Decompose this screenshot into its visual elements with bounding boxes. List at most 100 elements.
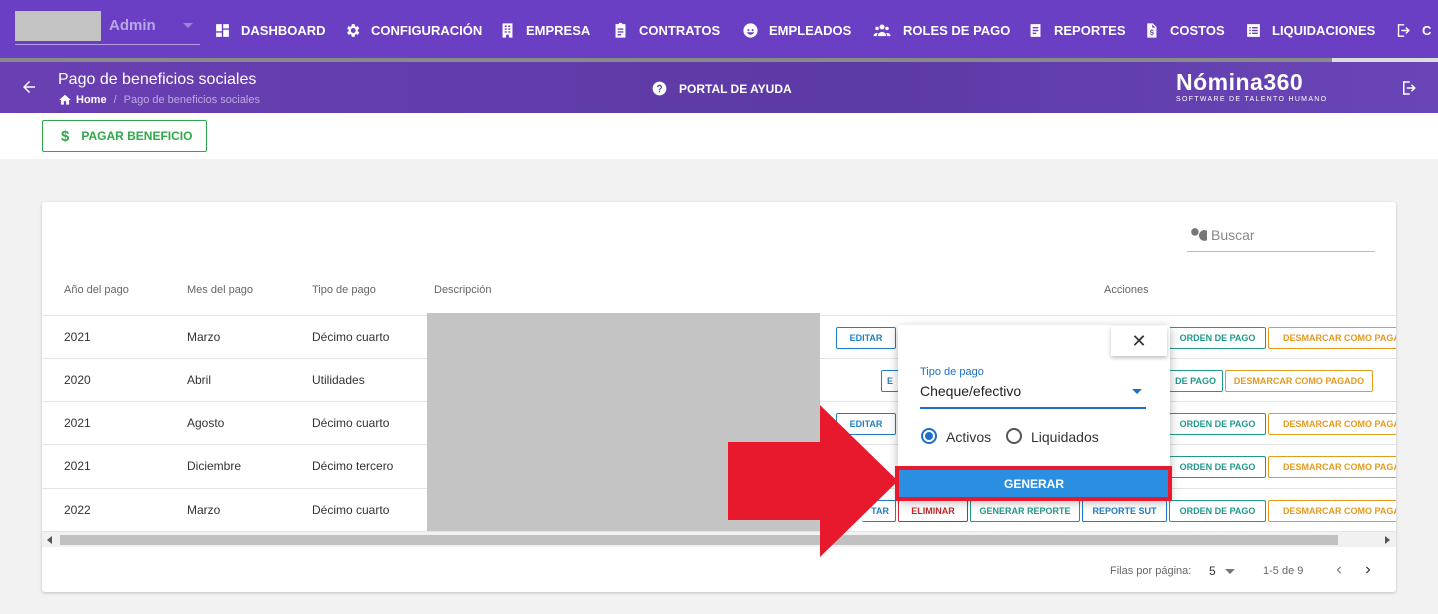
user-menu[interactable]: Admin [15,11,200,45]
cell-type: Utilidades [312,373,365,387]
cell-type: Décimo cuarto [312,416,390,430]
highlight-box [895,466,1172,501]
radio-active-label[interactable]: Activos [946,429,991,445]
cell-year: 2021 [64,416,91,430]
breadcrumb: Home / Pago de beneficios sociales [58,93,260,107]
chevron-down-icon [183,23,193,28]
nav-empresa[interactable]: EMPRESA [499,20,590,40]
pagination-range: 1-5 de 9 [1263,565,1304,577]
nav-configuracion[interactable]: CONFIGURACIÓN [344,20,482,40]
report-icon [1030,23,1041,37]
nav-label: CONFIGURACIÓN [371,22,483,38]
nav-logout[interactable]: C [1395,20,1431,40]
nav-label: CONTRATOS [639,22,721,38]
benefits-table-card: Buscar Año del pago Mes del pago Tipo de… [42,202,1396,592]
logout-icon[interactable] [1400,79,1418,97]
face-icon [743,22,758,38]
column-header-type[interactable]: Tipo de pago [312,284,376,296]
radio-liquidated-label[interactable]: Liquidados [1031,429,1099,445]
cell-month: Marzo [187,503,221,517]
scrollbar-thumb[interactable] [60,535,1338,545]
search-field[interactable]: Buscar [1187,222,1375,252]
column-header-description[interactable]: Descripción [434,284,491,296]
cell-type: Décimo cuarto [312,503,390,517]
chevron-right-icon[interactable] [1361,563,1375,577]
cell-month: Marzo [187,330,221,344]
pay-order-button[interactable]: ORDEN DE PAGO [1169,500,1266,522]
cell-type: Décimo tercero [312,459,394,473]
column-header-month[interactable]: Mes del pago [187,284,253,296]
radio-active[interactable] [921,428,937,444]
pay-order-button[interactable]: ORDEN DE PAGO [1169,413,1266,435]
nav-roles-de-pago[interactable]: ROLES DE PAGO [871,20,1010,40]
nav-liquidaciones[interactable]: LIQUIDACIONES [1245,20,1375,40]
top-navbar: Admin DASHBOARD CONFIGURACIÓN EMPRESA CO… [0,0,1438,62]
rows-per-page-label: Filas por página: [1110,565,1192,577]
cell-month: Diciembre [187,459,242,473]
pay-benefit-label: PAGAR BENEFICIO [81,129,193,143]
pay-order-button[interactable]: ORDEN DE PAGO [1169,456,1266,478]
page-header: Pago de beneficios sociales Home / Pago … [0,62,1438,113]
nav-label: ROLES DE PAGO [903,22,1011,38]
brand-logo: Nómina360 SOFTWARE DE TALENTO HUMANO [1176,69,1327,103]
help-icon [652,81,667,96]
nav-label: REPORTES [1054,22,1126,38]
search-input[interactable]: Buscar [1211,227,1255,243]
nav-label: EMPLEADOS [769,22,852,38]
user-role: Admin [109,17,156,34]
nav-costos[interactable]: COSTOS [1143,20,1225,40]
chevron-down-icon[interactable] [1132,389,1142,394]
nav-label: DASHBOARD [241,22,326,38]
breadcrumb-home[interactable]: Home [76,94,107,106]
logout-icon [1397,23,1410,37]
unmark-paid-button[interactable]: DESMARCAR COMO PAGADO [1225,370,1373,392]
nav-dashboard[interactable]: DASHBOARD [214,20,326,40]
search-icon [1191,228,1207,241]
cell-month: Agosto [187,416,225,430]
unmark-paid-button[interactable]: DESMARCAR COMO PAGADO [1268,500,1396,522]
radio-liquidated[interactable] [1006,428,1022,444]
sut-report-button[interactable]: REPORTE SUT [1082,500,1167,522]
nav-empleados[interactable]: EMPLEADOS [742,20,851,40]
cell-year: 2021 [64,459,91,473]
dashboard-icon [216,23,229,37]
unmark-paid-button[interactable]: DESMARCAR COMO PAGADO [1268,456,1396,478]
gear-icon [347,23,360,37]
pay-order-button[interactable]: ORDEN DE PAGO [1169,327,1266,349]
select-underline [920,407,1146,409]
edit-button[interactable]: EDITAR [836,327,896,349]
unmark-paid-button[interactable]: DESMARCAR COMO PAGADO [1268,413,1396,435]
home-icon[interactable] [58,93,72,107]
column-header-year[interactable]: Año del pago [64,284,129,296]
chevron-down-icon[interactable] [1225,569,1235,574]
pay-benefit-button[interactable]: $ PAGAR BENEFICIO [42,120,207,152]
cell-year: 2020 [64,373,91,387]
toolbar: $ PAGAR BENEFICIO [0,113,1438,159]
help-portal-link[interactable]: PORTAL DE AYUDA [652,81,792,96]
payment-type-select[interactable]: Cheque/efectivo [920,383,1021,399]
breadcrumb-current: Pago de beneficios sociales [123,94,260,106]
delete-button[interactable]: ELIMINAR [898,500,968,522]
pay-order-button[interactable]: DE PAGO [1167,370,1223,392]
edit-button[interactable]: E [881,370,899,392]
red-arrow-annotation [728,405,898,557]
cell-year: 2021 [64,330,91,344]
horizontal-scrollbar[interactable] [42,531,1396,547]
logo-tagline: SOFTWARE DE TALENTO HUMANO [1176,96,1328,103]
nav-reportes[interactable]: REPORTES [1027,20,1126,40]
generate-report-button[interactable]: GENERAR REPORTE [970,500,1080,522]
cell-type: Décimo cuarto [312,330,390,344]
scroll-left-icon[interactable] [47,536,52,544]
chevron-left-icon[interactable] [1332,563,1346,577]
nav-contratos[interactable]: CONTRATOS [612,20,720,40]
back-arrow-icon[interactable] [20,78,38,96]
close-button[interactable]: ✕ [1111,326,1167,356]
logo-text: Nómina360 [1176,69,1304,95]
unmark-paid-button[interactable]: DESMARCAR COMO PAGADO [1268,327,1396,349]
redacted-user-name [15,11,101,41]
rows-per-page-select[interactable]: 5 [1209,564,1216,578]
close-icon: ✕ [1131,330,1147,351]
cell-year: 2022 [64,503,91,517]
clipboard-icon [615,22,626,38]
scroll-right-icon[interactable] [1385,536,1390,544]
